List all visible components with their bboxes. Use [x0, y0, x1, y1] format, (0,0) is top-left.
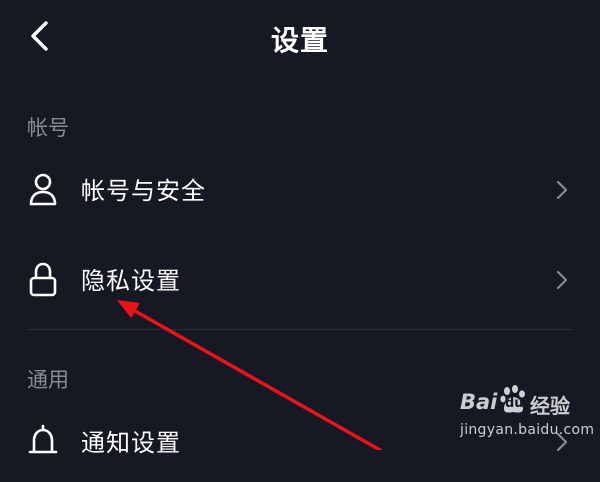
settings-item-label: 隐私设置 [81, 267, 181, 295]
watermark-brand-right: 经验 [530, 394, 570, 418]
settings-item-label: 通知设置 [81, 429, 181, 457]
settings-item-label: 帐号与安全 [81, 177, 206, 205]
settings-item-privacy[interactable]: 隐私设置 [0, 240, 600, 320]
watermark-brand-left: Bai [460, 390, 498, 414]
user-icon [29, 173, 57, 206]
baidu-jingyan-watermark: Bai du 经验 jingyan.baidu.com [456, 384, 596, 446]
watermark-logo: Bai du 经验 [456, 384, 596, 418]
section-label-account: 帐号 [27, 116, 69, 140]
header-bar: 设置 [0, 0, 600, 76]
section-divider [27, 329, 573, 330]
bell-icon [28, 424, 58, 454]
page-title: 设置 [270, 24, 329, 57]
lock-icon [29, 262, 57, 297]
watermark-url: jingyan.baidu.com [460, 422, 595, 438]
chevron-right-icon [556, 270, 568, 290]
watermark-brand-du: du [505, 396, 524, 411]
settings-item-account-security[interactable]: 帐号与安全 [0, 150, 600, 230]
chevron-right-icon [556, 180, 568, 200]
section-label-general: 通用 [27, 368, 69, 392]
